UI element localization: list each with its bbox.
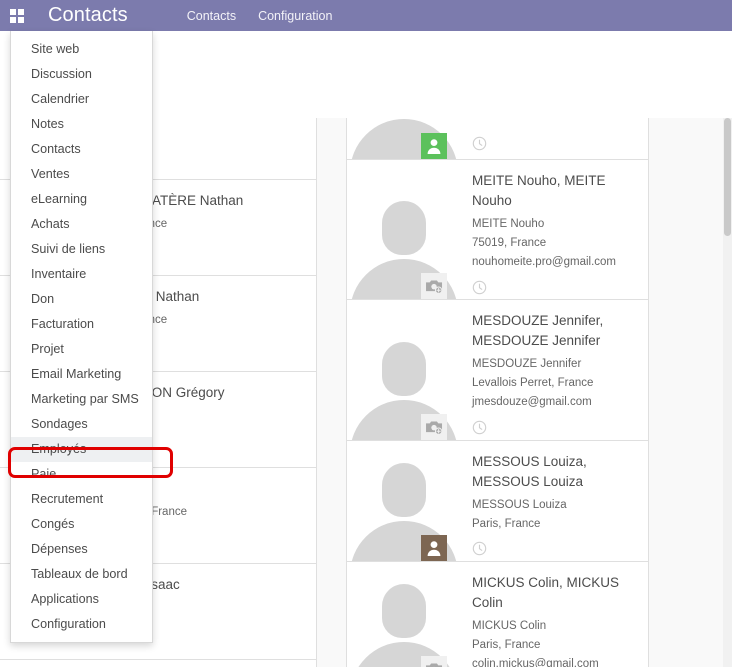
menu-item-achats[interactable]: Achats — [11, 212, 152, 237]
card-location: Paris, France — [472, 639, 541, 651]
top-navbar: Contacts Contacts Configuration — [0, 0, 732, 31]
avatar — [347, 160, 460, 299]
card-contact-name: MEITE Nouho — [472, 217, 545, 230]
menu-item-projet[interactable]: Projet — [11, 337, 152, 362]
camera-add-icon[interactable] — [421, 273, 447, 299]
vertical-scrollbar[interactable] — [723, 118, 732, 667]
avatar — [0, 660, 113, 667]
card-title: MESDOUZE Jennifer, MESDOUZE Jennifer — [472, 313, 604, 348]
menu-item-discussion[interactable]: Discussion — [11, 62, 152, 87]
clock-icon — [472, 542, 487, 556]
menu-item-tableaux-de-bord[interactable]: Tableaux de bord — [11, 562, 152, 587]
card-body: MESDOUZE Jennifer, MESDOUZE Jennifer MES… — [460, 300, 648, 440]
apps-grid-glyph — [10, 8, 24, 23]
avatar — [347, 118, 460, 159]
clock-icon — [472, 280, 487, 294]
avatar — [347, 441, 460, 561]
menu-item-depenses[interactable]: Dépenses — [11, 537, 152, 562]
card-email: jmesdouze@gmail.com — [472, 396, 592, 409]
card-body — [460, 118, 648, 159]
nav-link-contacts[interactable]: Contacts — [187, 9, 236, 23]
card-email: nouhomeite.pro@gmail.com — [472, 256, 616, 269]
card-title: MICKUS Colin, MICKUS Colin — [472, 575, 620, 610]
avatar — [347, 562, 460, 667]
menu-item-facturation[interactable]: Facturation — [11, 312, 152, 337]
card-contact-name: MESDOUZE Jennifer — [472, 357, 582, 370]
menu-item-calendrier[interactable]: Calendrier — [11, 87, 152, 112]
kanban-card[interactable]: MICKUS Colin, MICKUS Colin MICKUS Colin … — [347, 562, 648, 667]
camera-add-icon[interactable] — [421, 656, 447, 667]
avatar — [347, 300, 460, 440]
card-body: MEITE Nouho, MEITE Nouho MEITE Nouho 750… — [460, 160, 648, 299]
application-window: Contacts Contacts Configuration SABATÈRE — [0, 0, 732, 667]
menu-item-email-marketing[interactable]: Email Marketing — [11, 362, 152, 387]
nav-link-configuration[interactable]: Configuration — [258, 9, 332, 23]
menu-item-elearning[interactable]: eLearning — [11, 187, 152, 212]
menu-item-contacts[interactable]: Contacts — [11, 137, 152, 162]
card-body: 0eme chaise — [113, 660, 316, 667]
menu-item-employes[interactable]: Employés — [11, 437, 152, 462]
kanban-column-right: MEITE Nouho, MEITE Nouho MEITE Nouho 750… — [347, 118, 649, 667]
menu-item-paie[interactable]: Paie — [11, 462, 152, 487]
card-title: MEITE Nouho, MEITE Nouho — [472, 173, 606, 208]
menu-item-site-web[interactable]: Site web — [11, 37, 152, 62]
card-body: MESSOUS Louiza, MESSOUS Louiza MESSOUS L… — [460, 441, 648, 561]
clock-row — [472, 136, 638, 152]
app-brand-title: Contacts — [48, 4, 128, 26]
menu-item-applications[interactable]: Applications — [11, 587, 152, 612]
column-gutter — [317, 118, 347, 667]
card-location: Paris, France — [472, 518, 541, 530]
card-location: 75019, France — [472, 237, 547, 249]
kanban-card[interactable]: MESDOUZE Jennifer, MESDOUZE Jennifer MES… — [347, 300, 648, 441]
person-badge-brown-icon — [421, 535, 447, 561]
person-badge-green-icon — [421, 133, 447, 159]
menu-item-suivi-de-liens[interactable]: Suivi de liens — [11, 237, 152, 262]
menu-item-configuration[interactable]: Configuration — [11, 612, 152, 637]
card-location: Levallois Perret, France — [472, 377, 594, 389]
camera-add-icon[interactable] — [421, 414, 447, 440]
avatar-placeholder-icon — [349, 578, 458, 667]
menu-item-conges[interactable]: Congés — [11, 512, 152, 537]
kanban-card[interactable]: MESSOUS Louiza, MESSOUS Louiza MESSOUS L… — [347, 441, 648, 562]
column-tail-area — [649, 118, 732, 667]
menu-item-ventes[interactable]: Ventes — [11, 162, 152, 187]
menu-item-sondages[interactable]: Sondages — [11, 412, 152, 437]
card-contact-name: MESSOUS Louiza — [472, 498, 567, 511]
apps-dropdown-menu: Site web Discussion Calendrier Notes Con… — [10, 31, 153, 643]
clock-row — [472, 280, 638, 296]
menu-item-notes[interactable]: Notes — [11, 112, 152, 137]
menu-item-don[interactable]: Don — [11, 287, 152, 312]
scrollbar-thumb[interactable] — [724, 118, 731, 236]
menu-item-recrutement[interactable]: Recrutement — [11, 487, 152, 512]
clock-icon — [472, 136, 487, 151]
kanban-card[interactable]: 0eme chaise — [0, 660, 316, 667]
card-body: MICKUS Colin, MICKUS Colin MICKUS Colin … — [460, 562, 648, 667]
kanban-card[interactable] — [347, 118, 648, 160]
navbar-menu: Contacts Configuration — [187, 9, 333, 23]
card-contact-name: MICKUS Colin — [472, 619, 547, 632]
clock-icon — [472, 420, 487, 434]
clock-row — [472, 541, 638, 557]
card-title: MESSOUS Louiza, MESSOUS Louiza — [472, 454, 587, 489]
menu-item-marketing-par-sms[interactable]: Marketing par SMS — [11, 387, 152, 412]
card-email: colin.mickus@gmail.com — [472, 658, 599, 667]
menu-item-inventaire[interactable]: Inventaire — [11, 262, 152, 287]
apps-grid-icon[interactable] — [0, 0, 34, 31]
kanban-card[interactable]: MEITE Nouho, MEITE Nouho MEITE Nouho 750… — [347, 160, 648, 300]
clock-row — [472, 420, 638, 436]
